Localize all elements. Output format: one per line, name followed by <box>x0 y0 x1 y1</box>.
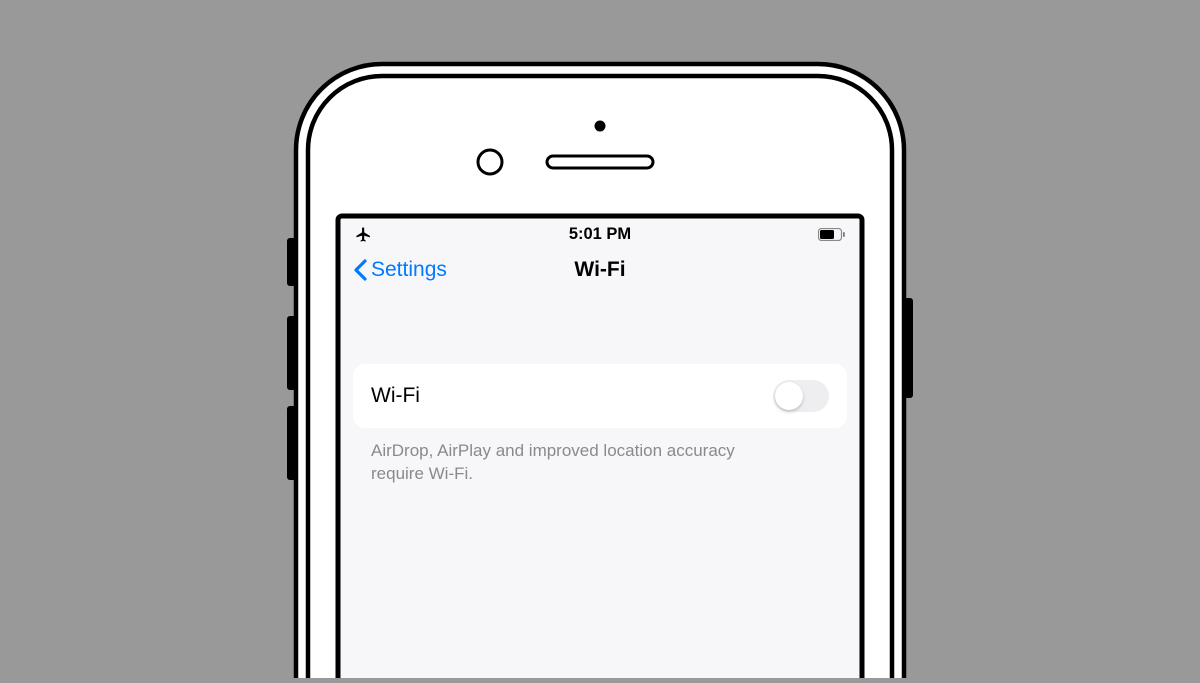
airplane-mode-icon <box>355 226 372 243</box>
screen: 5:01 PM Settings Wi-Fi Wi-Fi <box>343 220 857 675</box>
footer-note: AirDrop, AirPlay and improved location a… <box>353 428 793 486</box>
battery-icon <box>818 228 845 241</box>
page-title: Wi-Fi <box>574 258 625 282</box>
back-button[interactable]: Settings <box>353 258 447 282</box>
wifi-label: Wi-Fi <box>371 384 420 408</box>
nav-bar: Settings Wi-Fi <box>343 248 857 292</box>
back-label: Settings <box>371 258 447 282</box>
status-bar: 5:01 PM <box>343 220 857 248</box>
content: Wi-Fi AirDrop, AirPlay and improved loca… <box>343 292 857 486</box>
chevron-left-icon <box>353 259 367 281</box>
wifi-toggle[interactable] <box>773 380 829 412</box>
toggle-knob <box>775 382 803 410</box>
wifi-row: Wi-Fi <box>353 364 847 428</box>
status-time: 5:01 PM <box>455 225 745 244</box>
